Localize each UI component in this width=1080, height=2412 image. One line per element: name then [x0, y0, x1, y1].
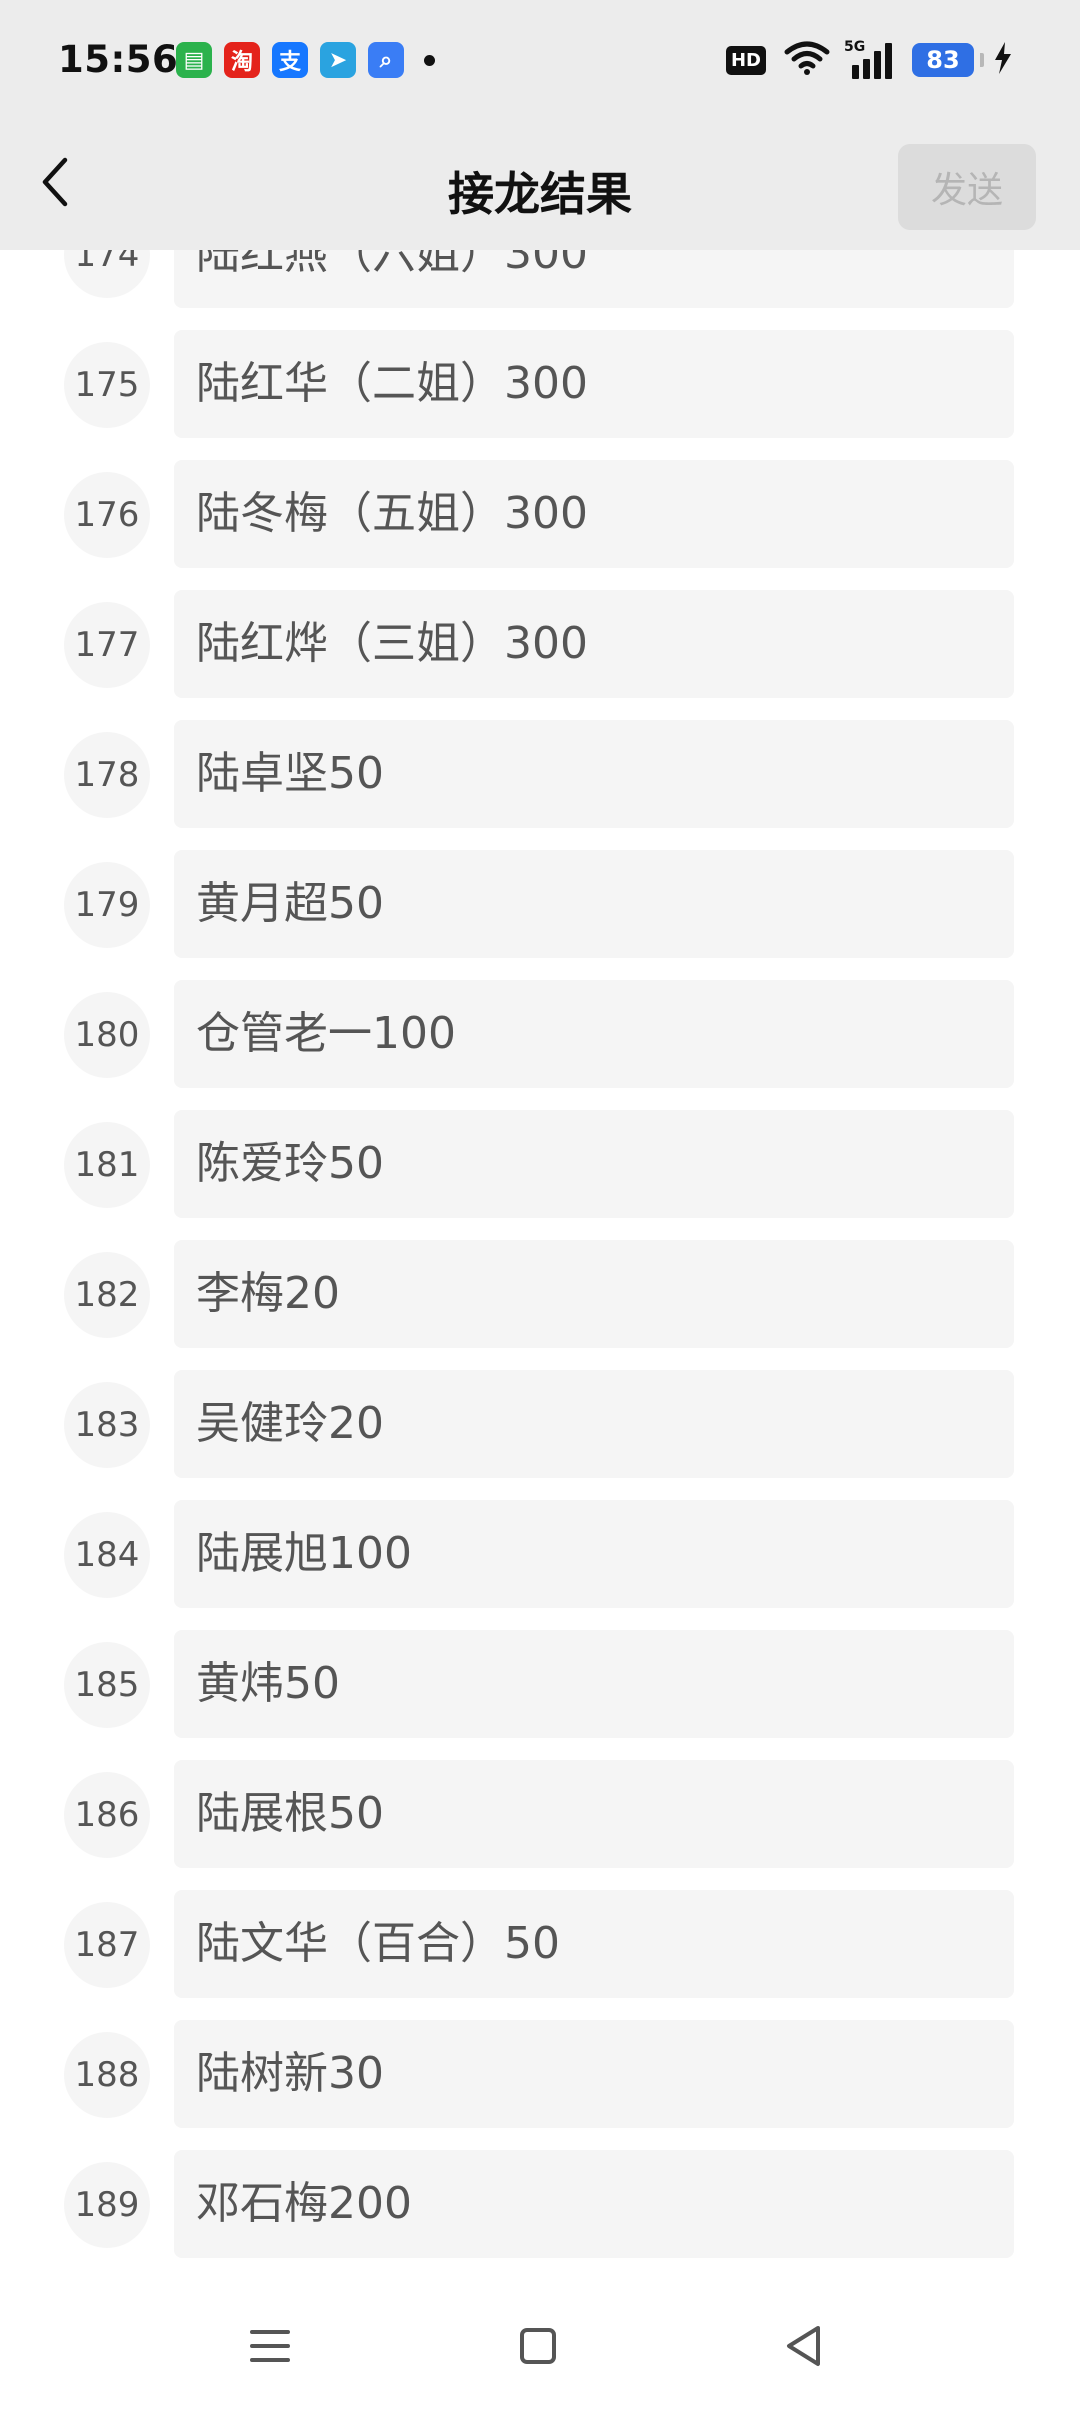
top-area: 15:56 ▤ 淘支 ➤ ⌕ HD 5G 83 接龙结果 发送 — [0, 0, 1080, 250]
entry-number: 175 — [64, 342, 150, 428]
more-notifications-dot — [424, 54, 435, 66]
message-app-icon: ▤ — [176, 42, 212, 78]
entry-number: 177 — [64, 602, 150, 688]
entry-field[interactable]: 陆展旭100 — [174, 1500, 1014, 1608]
entry-field[interactable]: 黄炜50 — [174, 1630, 1014, 1738]
entry-number: 179 — [64, 862, 150, 948]
list-item: 176 陆冬梅（五姐）300 — [0, 460, 1080, 568]
entry-text: 黄月超50 — [196, 878, 384, 929]
entry-field[interactable]: 吴健玲20 — [174, 1370, 1014, 1478]
list-item: 187 陆文华（百合）50 — [0, 1890, 1080, 1998]
send-button[interactable]: 发送 — [898, 144, 1036, 230]
list-item: 175 陆红华（二姐）300 — [0, 330, 1080, 438]
entry-field[interactable]: 仓管老一100 — [174, 980, 1014, 1088]
navigation-bar — [0, 2282, 1080, 2412]
entry-number: 176 — [64, 472, 150, 558]
list-item: 189 邓石梅200 — [0, 2150, 1080, 2258]
list-item: 183 吴健玲20 — [0, 1370, 1080, 1478]
telegram-app-icon: ➤ — [320, 42, 356, 78]
entry-number: 189 — [64, 2162, 150, 2248]
status-bar: 15:56 ▤ 淘支 ➤ ⌕ HD 5G 83 — [0, 0, 1080, 124]
alipay-app-icon: 支 — [272, 42, 308, 78]
menu-button[interactable] — [232, 2310, 308, 2386]
list-item: 182 李梅20 — [0, 1240, 1080, 1348]
signal-5g-label: 5G — [844, 39, 866, 55]
entry-text: 陈爱玲50 — [196, 1138, 384, 1189]
back-nav-button[interactable] — [766, 2310, 842, 2386]
entry-field[interactable]: 陆红华（二姐）300 — [174, 330, 1014, 438]
result-list[interactable]: 174 陆红燕（六姐）300 175 陆红华（二姐）300 176 陆冬梅（五姐）300 1… — [0, 250, 1080, 2282]
entry-field[interactable]: 陆冬梅（五姐）300 — [174, 460, 1014, 568]
list-item: 180 仓管老一100 — [0, 980, 1080, 1088]
entry-text: 仓管老一100 — [196, 1008, 456, 1059]
entry-field[interactable]: 陈爱玲50 — [174, 1110, 1014, 1218]
list-item: 184 陆展旭100 — [0, 1500, 1080, 1608]
cellular-signal-icon: 5G — [844, 39, 896, 79]
entry-text: 邓石梅200 — [196, 2178, 412, 2229]
charging-icon — [992, 41, 1014, 79]
entry-field[interactable]: 陆文华（百合）50 — [174, 1890, 1014, 1998]
entry-text: 陆卓坚50 — [196, 748, 384, 799]
entry-text: 陆冬梅（五姐）300 — [196, 488, 588, 539]
list-item: 178 陆卓坚50 — [0, 720, 1080, 828]
entry-text: 陆树新30 — [196, 2048, 384, 2099]
list-item: 185 黄炜50 — [0, 1630, 1080, 1738]
entry-field[interactable]: 陆红烨（三姐）300 — [174, 590, 1014, 698]
entry-field[interactable]: 陆卓坚50 — [174, 720, 1014, 828]
entry-number: 183 — [64, 1382, 150, 1468]
entry-text: 黄炜50 — [196, 1658, 340, 1709]
triangle-back-icon — [784, 2325, 824, 2371]
entry-field[interactable]: 陆展根50 — [174, 1760, 1014, 1868]
list-item: 181 陈爱玲50 — [0, 1110, 1080, 1218]
home-button[interactable] — [500, 2310, 576, 2386]
entry-text: 吴健玲20 — [196, 1398, 384, 1449]
entry-text: 李梅20 — [196, 1268, 340, 1319]
list-item: 188 陆树新30 — [0, 2020, 1080, 2128]
entry-text: 陆红华（二姐）300 — [196, 358, 588, 409]
list-item: 186 陆展根50 — [0, 1760, 1080, 1868]
entry-number: 174 — [64, 250, 150, 298]
entry-number: 186 — [64, 1772, 150, 1858]
entry-field[interactable]: 陆红燕（六姐）300 — [174, 250, 1014, 308]
entry-number: 180 — [64, 992, 150, 1078]
entry-number: 181 — [64, 1122, 150, 1208]
entry-field[interactable]: 李梅20 — [174, 1240, 1014, 1348]
list-item: 177 陆红烨（三姐）300 — [0, 590, 1080, 698]
hd-icon: HD — [725, 45, 766, 75]
entry-number: 178 — [64, 732, 150, 818]
entry-text: 陆展旭100 — [196, 1528, 412, 1579]
entry-field[interactable]: 陆树新30 — [174, 2020, 1014, 2128]
header: 接龙结果 发送 — [0, 124, 1080, 250]
entry-number: 187 — [64, 1902, 150, 1988]
notification-icons: ▤ 淘支 ➤ ⌕ — [176, 42, 435, 78]
battery-icon: 83 — [912, 43, 974, 77]
search-app-icon: ⌕ — [368, 42, 404, 78]
status-time: 15:56 — [58, 38, 179, 81]
menu-icon — [250, 2328, 290, 2368]
entry-number: 185 — [64, 1642, 150, 1728]
battery-level: 83 — [926, 46, 960, 74]
taobao-app-icon: 淘 — [224, 42, 260, 78]
entry-text: 陆红烨（三姐）300 — [196, 618, 588, 669]
entry-field[interactable]: 黄月超50 — [174, 850, 1014, 958]
wifi-icon — [784, 40, 830, 80]
entry-number: 184 — [64, 1512, 150, 1598]
home-icon — [519, 2327, 557, 2369]
system-icons: HD 5G 83 — [725, 39, 1014, 80]
entry-number: 182 — [64, 1252, 150, 1338]
entry-number: 188 — [64, 2032, 150, 2118]
entry-text: 陆红燕（六姐）300 — [196, 250, 588, 279]
list-item: 179 黄月超50 — [0, 850, 1080, 958]
list-item: 174 陆红燕（六姐）300 — [0, 250, 1080, 308]
entry-text: 陆展根50 — [196, 1788, 384, 1839]
battery-cap — [980, 53, 984, 67]
entry-text: 陆文华（百合）50 — [196, 1918, 560, 1969]
entry-field[interactable]: 邓石梅200 — [174, 2150, 1014, 2258]
